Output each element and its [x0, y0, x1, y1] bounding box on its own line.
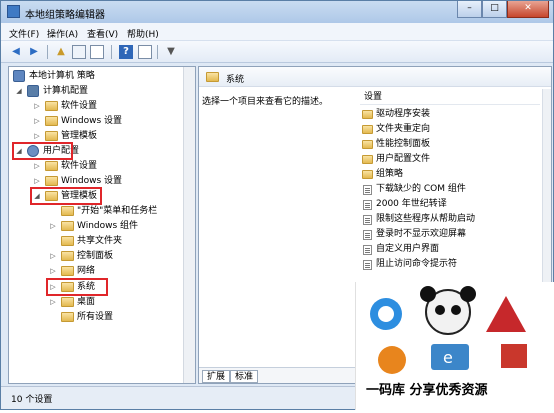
computer-icon — [27, 85, 39, 97]
up-folder-icon[interactable]: ▲ — [54, 45, 68, 59]
expand-arrow-icon[interactable]: ▷ — [33, 114, 41, 128]
list-item-setting[interactable]: 下载缺少的 COM 组件 — [360, 182, 540, 197]
export-icon[interactable] — [90, 45, 104, 59]
status-text: 10 个设置 — [11, 395, 53, 405]
firefox-logo-icon — [378, 346, 406, 374]
list-item-label: 下载缺少的 COM 组件 — [376, 184, 466, 194]
list-item-label: 驱动程序安装 — [376, 109, 431, 119]
list-item-setting[interactable]: 限制这些程序从帮助启动 — [360, 212, 540, 227]
ad-caption: 一码库 分享优秀资源 — [366, 383, 488, 398]
expand-arrow-icon[interactable]: ▷ — [33, 174, 41, 188]
tree-scrollbar[interactable] — [183, 67, 195, 383]
folder-icon — [362, 125, 373, 134]
forward-arrow-icon[interactable]: ▶ — [27, 45, 41, 59]
menu-help[interactable]: 帮助(H) — [127, 27, 159, 40]
toolbar-separator — [47, 45, 48, 59]
gpedit-app-icon — [7, 5, 20, 18]
list-item-label: 限制这些程序从帮助启动 — [376, 214, 476, 224]
ad-overlay: e 一码库 分享优秀资源 — [355, 282, 554, 410]
policy-setting-icon — [363, 185, 372, 195]
policy-setting-icon — [363, 260, 372, 270]
expand-arrow-icon[interactable]: ▷ — [33, 99, 41, 113]
policy-setting-icon — [363, 230, 372, 240]
list-item-label: 自定义用户界面 — [376, 244, 440, 254]
list-item-folder[interactable]: 文件夹重定向 — [360, 122, 540, 137]
expand-arrow-icon[interactable]: ▷ — [49, 264, 57, 278]
folder-icon — [61, 206, 74, 216]
expand-arrow-icon[interactable]: ▷ — [49, 219, 57, 233]
expand-arrow-icon[interactable]: ▷ — [49, 295, 57, 309]
folder-icon — [61, 312, 74, 322]
description-text: 选择一个项目来查看它的描述。 — [202, 97, 329, 107]
menu-bar: 文件(F) 操作(A) 查看(V) 帮助(H) — [1, 23, 553, 41]
tree-pane[interactable]: 本地计算机 策略 ◢ 计算机配置 ▷ 软件设置 ▷ Windows 设置 ▷ 管… — [8, 66, 196, 384]
list-item-folder[interactable]: 用户配置文件 — [360, 152, 540, 167]
svg-text:e: e — [443, 348, 453, 367]
toolbar: ◀ ▶ ▲ ? ▼ — [1, 41, 553, 63]
expand-arrow-icon[interactable]: ▷ — [33, 129, 41, 143]
policy-setting-icon — [363, 215, 372, 225]
presentation-logo-icon — [501, 344, 527, 368]
folder-icon — [61, 297, 74, 307]
collapse-arrow-icon[interactable]: ◢ — [15, 84, 23, 98]
toolbar-separator — [111, 45, 112, 59]
help-icon[interactable]: ? — [119, 45, 133, 59]
minimize-button[interactable]: – — [457, 1, 482, 18]
list-item-folder[interactable]: 驱动程序安装 — [360, 107, 540, 122]
list-item-setting[interactable]: 2000 年世纪转译 — [360, 197, 540, 212]
folder-icon — [362, 170, 373, 179]
list-item-folder[interactable]: 组策略 — [360, 167, 540, 182]
highlight-system — [46, 278, 108, 296]
title-bar: 本地组策略编辑器 – □ ✕ — [1, 1, 553, 23]
folder-icon — [206, 72, 219, 82]
filter-icon[interactable]: ▼ — [164, 45, 178, 59]
folder-icon — [45, 161, 58, 171]
menu-view[interactable]: 查看(V) — [87, 27, 118, 40]
toolbar-separator — [157, 45, 158, 59]
folder-icon — [45, 131, 58, 141]
folder-icon — [45, 101, 58, 111]
highlight-user-config — [12, 142, 73, 160]
maximize-button[interactable]: □ — [482, 1, 507, 18]
pdf-logo-icon — [486, 296, 526, 332]
tab-extended[interactable]: 扩展 — [202, 370, 231, 383]
menu-action[interactable]: 操作(A) — [47, 27, 78, 40]
details-header: 系统 — [199, 67, 551, 87]
policy-icon — [13, 70, 25, 82]
menu-file[interactable]: 文件(F) — [9, 27, 39, 40]
folder-icon — [61, 251, 74, 261]
list-item-setting[interactable]: 自定义用户界面 — [360, 242, 540, 257]
folder-icon — [45, 176, 58, 186]
show-tree-icon[interactable] — [72, 45, 86, 59]
folder-icon — [61, 266, 74, 276]
folder-icon — [61, 236, 74, 246]
expand-arrow-icon[interactable]: ▷ — [33, 159, 41, 173]
folder-icon — [61, 221, 74, 231]
list-item-label: 用户配置文件 — [376, 154, 431, 164]
list-item-setting[interactable]: 登录时不显示欢迎屏幕 — [360, 227, 540, 242]
list-item-folder[interactable]: 性能控制面板 — [360, 137, 540, 152]
list-item-setting[interactable]: 阻止访问命令提示符 — [360, 257, 540, 272]
properties-icon[interactable] — [138, 45, 152, 59]
policy-setting-icon — [363, 200, 372, 210]
back-arrow-icon[interactable]: ◀ — [9, 45, 23, 59]
expand-arrow-icon[interactable]: ▷ — [49, 249, 57, 263]
folder-icon — [362, 110, 373, 119]
close-button[interactable]: ✕ — [507, 1, 549, 18]
column-header-settings[interactable]: 设置 — [360, 89, 540, 105]
list-item-label: 2000 年世纪转译 — [376, 199, 447, 209]
policy-setting-icon — [363, 245, 372, 255]
list-item-label: 文件夹重定向 — [376, 124, 431, 134]
folder-icon — [362, 140, 373, 149]
highlight-admin-templates — [30, 187, 102, 205]
folder-icon — [45, 116, 58, 126]
window-title: 本地组策略编辑器 — [25, 10, 105, 21]
list-item-label: 组策略 — [376, 169, 404, 179]
details-title: 系统 — [226, 75, 245, 85]
folder-icon — [362, 155, 373, 164]
tab-standard[interactable]: 标准 — [230, 370, 259, 383]
list-item-label: 登录时不显示欢迎屏幕 — [376, 229, 467, 239]
list-item-label: 阻止访问命令提示符 — [376, 259, 458, 269]
list-item-label: 性能控制面板 — [376, 139, 431, 149]
